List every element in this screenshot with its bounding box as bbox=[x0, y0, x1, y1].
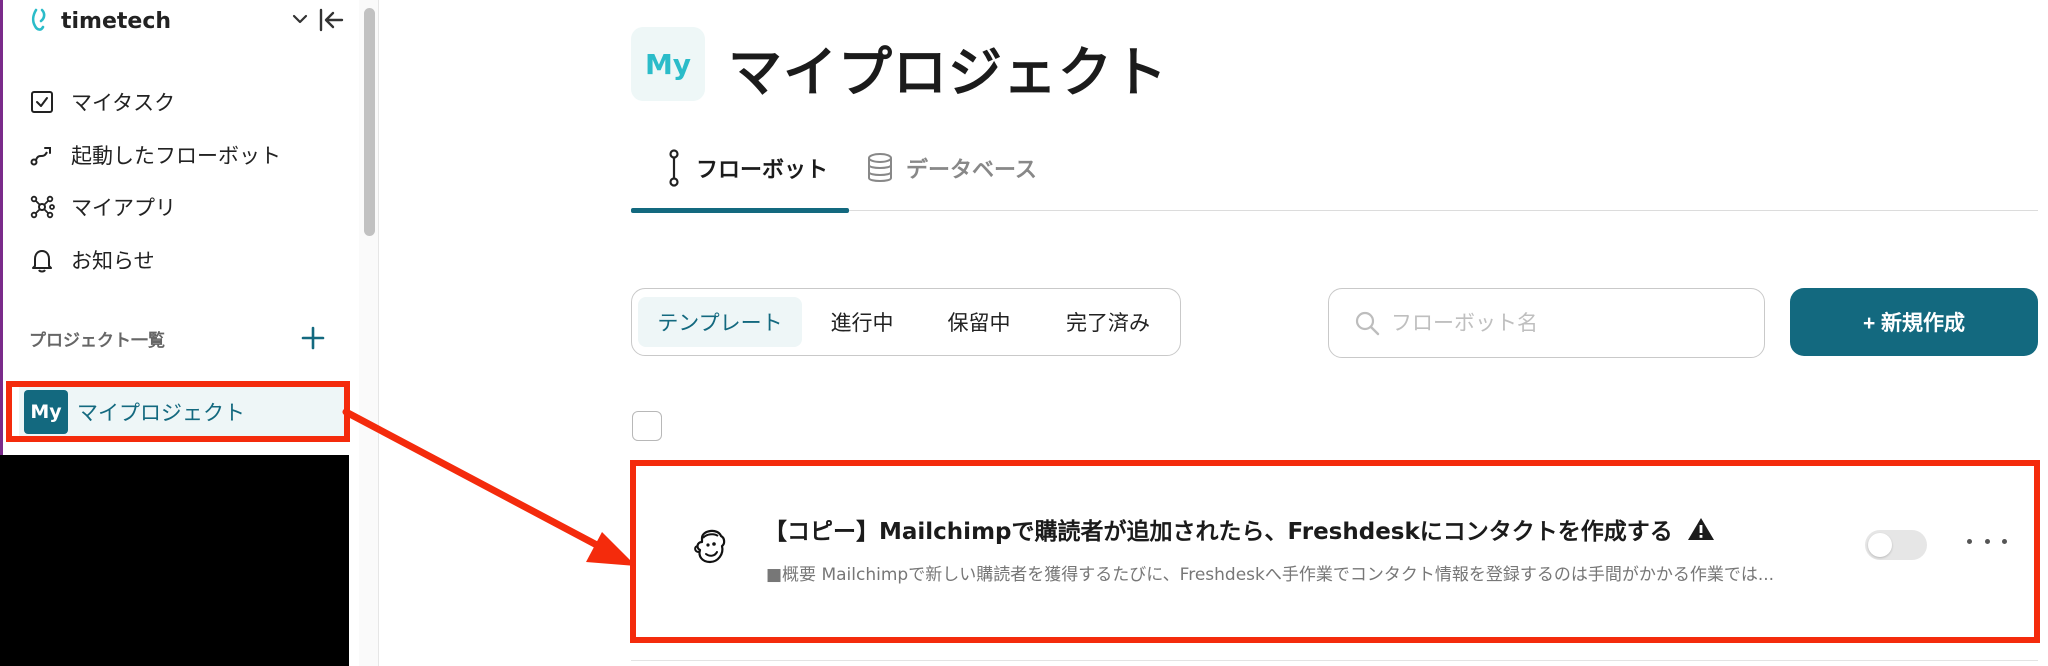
filter-in-progress[interactable]: 進行中 bbox=[810, 297, 914, 347]
tab-flowbot[interactable]: フローボット bbox=[664, 146, 828, 190]
sidebar-item-label: マイアプリ bbox=[71, 196, 176, 220]
collapse-sidebar-icon[interactable] bbox=[318, 8, 344, 32]
workspace-switcher[interactable]: timetech bbox=[27, 6, 171, 36]
active-tab-indicator bbox=[631, 208, 849, 213]
sidebar-gap bbox=[349, 455, 359, 666]
bell-icon bbox=[32, 250, 52, 273]
tab-label: データベース bbox=[906, 158, 1037, 183]
projects-section-label: プロジェクト一覧 bbox=[29, 331, 165, 351]
search-icon bbox=[1355, 311, 1380, 336]
create-new-button[interactable]: + 新規作成 bbox=[1790, 288, 2038, 356]
annotation-highlight-flow-card bbox=[630, 460, 2040, 643]
filter-completed[interactable]: 完了済み bbox=[1044, 297, 1172, 347]
annotation-highlight-sidebar-project bbox=[6, 381, 350, 442]
sidebar-item-notifications[interactable]: お知らせ bbox=[29, 244, 155, 276]
flowbot-icon bbox=[669, 149, 679, 187]
status-filter: テンプレート 進行中 保留中 完了済み bbox=[631, 288, 1181, 356]
page-avatar: My bbox=[631, 27, 705, 101]
sidebar-item-my-apps[interactable]: マイアプリ bbox=[29, 191, 176, 223]
sidebar-item-label: マイタスク bbox=[71, 91, 176, 115]
checkbox-icon bbox=[31, 91, 53, 113]
page-title: マイプロジェクト bbox=[728, 41, 1168, 104]
sidebar-item-my-tasks[interactable]: マイタスク bbox=[29, 86, 175, 118]
filter-template[interactable]: テンプレート bbox=[638, 297, 802, 347]
card-divider bbox=[631, 660, 2038, 661]
sidebar-scrollbar-thumb[interactable] bbox=[364, 8, 375, 236]
flowbot-search[interactable] bbox=[1328, 288, 1765, 358]
tab-label: フローボット bbox=[696, 158, 829, 183]
sidebar-item-label: 起動したフローボット bbox=[71, 144, 281, 168]
filter-on-hold[interactable]: 保留中 bbox=[924, 297, 1034, 347]
workspace-name: timetech bbox=[61, 8, 172, 34]
apps-network-icon bbox=[30, 195, 55, 219]
sidebar-item-launched-flows[interactable]: 起動したフローボット bbox=[29, 139, 281, 171]
chevron-down-icon[interactable] bbox=[291, 10, 309, 28]
sidebar-black-area bbox=[0, 455, 349, 666]
database-icon bbox=[868, 153, 892, 182]
select-all-checkbox[interactable] bbox=[632, 411, 662, 441]
sidebar-item-label: お知らせ bbox=[71, 249, 155, 273]
search-input[interactable] bbox=[1391, 311, 1751, 335]
flow-icon bbox=[30, 147, 51, 166]
add-project-plus-icon[interactable] bbox=[299, 324, 327, 352]
timetech-logo-icon bbox=[31, 8, 46, 31]
tab-database[interactable]: データベース bbox=[866, 146, 1037, 190]
